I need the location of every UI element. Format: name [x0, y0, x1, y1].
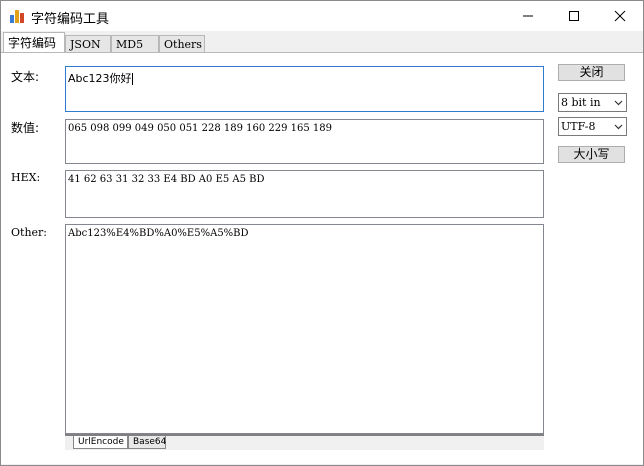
other-label: Other: — [11, 226, 47, 239]
encoding-select[interactable]: UTF-8 — [558, 117, 627, 136]
window-title: 字符编码工具 — [31, 12, 110, 27]
case-toggle-button[interactable]: 大小写 — [558, 146, 625, 163]
hex-label: HEX: — [11, 171, 41, 184]
title-bar[interactable]: 字符编码工具 — [1, 1, 643, 31]
close-window-button[interactable] — [597, 1, 643, 31]
chevron-down-icon — [612, 94, 624, 111]
tab-others[interactable]: Others — [159, 35, 205, 52]
encoding-subtabs: UrlEncode Base64 — [65, 434, 544, 450]
tab-char-encoding[interactable]: 字符编码 — [3, 32, 65, 53]
hex-input[interactable]: 41 62 63 31 32 33 E4 BD A0 E5 A5 BD — [65, 170, 544, 218]
text-input-value: Abc123你好 — [68, 72, 132, 85]
numeric-label: 数值: — [11, 121, 40, 135]
close-icon — [614, 10, 626, 22]
subtab-base64[interactable]: Base64 — [128, 436, 166, 449]
close-button[interactable]: 关闭 — [558, 64, 625, 81]
numeric-input[interactable]: 065 098 099 049 050 051 228 189 160 229 … — [65, 119, 544, 164]
maximize-icon — [569, 11, 579, 21]
minimize-button[interactable] — [505, 1, 551, 31]
other-output[interactable]: Abc123%E4%BD%A0%E5%A5%BD — [65, 224, 544, 434]
encoding-select-value: UTF-8 — [561, 120, 596, 133]
text-input[interactable]: Abc123你好 — [65, 66, 544, 112]
subtab-urlencode[interactable]: UrlEncode — [73, 436, 128, 449]
text-caret — [131, 73, 133, 85]
chevron-down-icon — [612, 118, 624, 135]
bit-select-value: 8 bit in — [561, 96, 601, 109]
tab-strip: 字符编码 JSON MD5 Others — [1, 32, 643, 53]
maximize-button[interactable] — [551, 1, 597, 31]
app-window: 字符编码工具 字符编码 JSON MD5 Others 文本: Abc123你好… — [0, 0, 644, 466]
tab-md5[interactable]: MD5 — [111, 35, 159, 52]
char-encoding-panel: 文本: Abc123你好 数值: 065 098 099 049 050 051… — [1, 52, 643, 464]
bit-select[interactable]: 8 bit in — [558, 93, 627, 112]
text-label: 文本: — [11, 70, 40, 84]
bar-chart-icon — [10, 9, 24, 23]
tab-json[interactable]: JSON — [65, 35, 111, 52]
minimize-icon — [523, 15, 533, 17]
